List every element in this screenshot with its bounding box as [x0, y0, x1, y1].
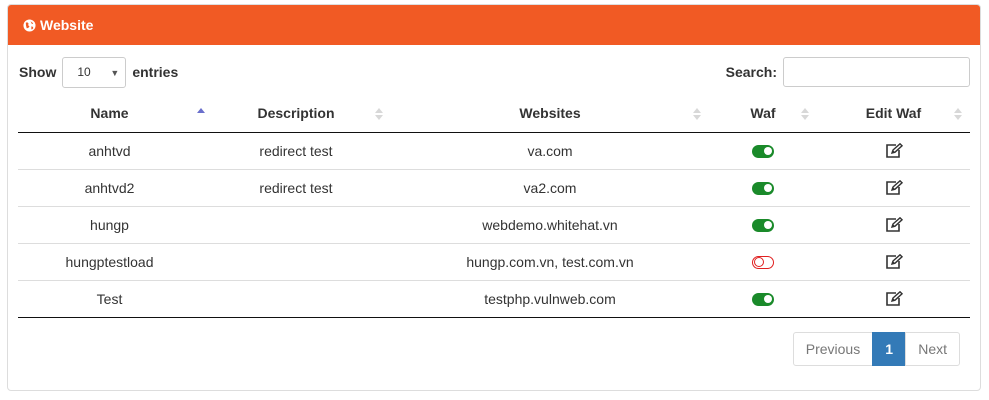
cell-edit-waf — [817, 168, 970, 206]
sort-both-icon — [375, 108, 383, 120]
column-header-description[interactable]: Description — [201, 95, 391, 133]
sort-both-icon — [801, 108, 809, 120]
entries-select-value: 10 — [77, 65, 91, 79]
cell-description — [201, 279, 391, 318]
previous-button[interactable]: Previous — [792, 332, 874, 366]
cell-websites: va.com — [527, 142, 573, 159]
table-row: anhtvd redirect test va.com — [18, 132, 970, 169]
waf-toggle-on[interactable] — [752, 182, 774, 196]
websites-table: Name Description Websites Waf Edit Waf a… — [18, 95, 970, 318]
waf-toggle-off[interactable] — [752, 256, 774, 270]
table-controls: Show 10 ▼ entries Search: — [8, 56, 980, 88]
entries-select[interactable]: 10 ▼ — [62, 56, 127, 88]
cell-waf — [709, 205, 817, 243]
cell-websites: hungp.com.vn, test.com.vn — [391, 242, 709, 280]
edit-icon[interactable] — [885, 179, 903, 196]
column-header-name[interactable]: Name — [18, 95, 205, 133]
cell-name: anhtvd2 — [18, 168, 201, 206]
entries-label: entries — [132, 64, 179, 80]
edit-icon[interactable] — [885, 216, 903, 233]
cell-websites: testphp.vulnweb.com — [391, 279, 709, 318]
globe-icon — [23, 18, 36, 32]
table-row: hungp webdemo.whitehat.vn — [18, 205, 970, 243]
cell-edit-waf — [817, 132, 970, 169]
cell-description — [201, 242, 391, 280]
cell-name: Test — [18, 279, 201, 318]
column-header-waf[interactable]: Waf — [709, 95, 817, 133]
panel-header: Website — [8, 5, 980, 45]
waf-toggle-on[interactable] — [752, 219, 774, 233]
cell-description — [201, 205, 391, 243]
sort-both-icon — [693, 108, 701, 120]
cell-name: hungptestload — [18, 242, 201, 280]
search-input[interactable] — [783, 57, 970, 87]
column-header-edit-waf[interactable]: Edit Waf — [817, 95, 970, 133]
waf-toggle-on[interactable] — [752, 145, 774, 159]
cell-websites: va2.com — [391, 168, 709, 206]
cell-websites: webdemo.whitehat.vn — [391, 205, 709, 243]
waf-toggle-on[interactable] — [752, 293, 774, 307]
search-control: Search: — [726, 56, 970, 88]
cell-name: hungp — [18, 205, 201, 243]
column-header-websites[interactable]: Websites — [391, 95, 709, 133]
chevron-down-icon: ▼ — [110, 67, 120, 78]
panel-title: Website — [40, 17, 94, 33]
edit-icon[interactable] — [885, 142, 903, 159]
cell-edit-waf — [817, 205, 970, 243]
search-label: Search: — [725, 64, 777, 80]
pagination: Previous 1 Next — [792, 332, 960, 366]
cell-name: anhtvd — [88, 142, 131, 159]
edit-icon[interactable] — [885, 290, 903, 307]
cell-waf — [709, 242, 817, 280]
page-1-button[interactable]: 1 — [872, 332, 907, 366]
length-control: Show 10 ▼ entries — [19, 56, 178, 88]
cell-waf — [709, 168, 817, 206]
cell-edit-waf — [817, 279, 970, 318]
table-row: hungptestload hungp.com.vn, test.com.vn — [18, 242, 970, 280]
show-label: Show — [19, 64, 57, 80]
table-row: Test testphp.vulnweb.com — [18, 279, 970, 318]
cell-edit-waf — [817, 242, 970, 280]
cell-waf — [709, 279, 817, 318]
edit-icon[interactable] — [885, 253, 903, 270]
table-row: anhtvd2 redirect test va2.com — [18, 168, 970, 206]
cell-description: redirect test — [259, 142, 333, 159]
cell-waf — [709, 132, 817, 169]
website-panel: Website Show 10 ▼ entries Search: Name D… — [7, 4, 981, 391]
sort-both-icon — [954, 108, 962, 120]
cell-description: redirect test — [201, 168, 391, 206]
next-button[interactable]: Next — [905, 332, 960, 366]
table-header-row: Name Description Websites Waf Edit Waf — [18, 95, 970, 133]
